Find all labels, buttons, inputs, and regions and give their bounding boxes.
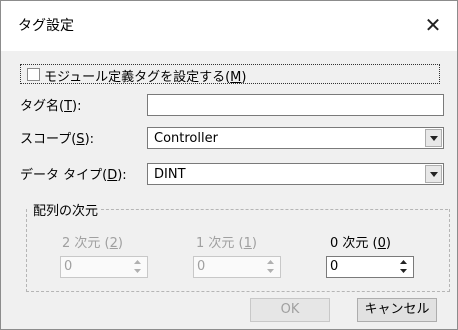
close-icon[interactable]: ✕ — [419, 11, 447, 39]
dialog-title: タグ設定 — [18, 18, 74, 34]
dim1-stepper[interactable]: 0 — [193, 256, 281, 278]
stepper-up-icon[interactable] — [263, 259, 278, 267]
checkbox-box[interactable] — [27, 68, 40, 81]
scope-value: Controller — [154, 131, 218, 146]
dim1-label: 1 次元 (1) — [196, 236, 257, 251]
stepper-down-icon[interactable] — [130, 268, 145, 276]
dim0-stepper[interactable]: 0 — [326, 256, 414, 278]
stepper-down-icon[interactable] — [396, 268, 411, 276]
ok-button[interactable]: OK — [250, 298, 330, 322]
tag-name-input[interactable] — [147, 94, 444, 116]
dim2-stepper[interactable]: 0 — [60, 256, 148, 278]
chevron-down-icon[interactable] — [425, 165, 442, 183]
stepper-up-icon[interactable] — [396, 259, 411, 267]
stepper-down-icon[interactable] — [263, 268, 278, 276]
scope-label: スコープ(S): — [20, 132, 95, 147]
scope-select[interactable]: Controller — [147, 127, 444, 149]
data-type-value: DINT — [154, 167, 186, 182]
group-top-border — [86, 209, 448, 210]
module-definition-label: モジュール定義タグを設定する(M) — [44, 70, 247, 85]
title-bar: タグ設定 ✕ — [1, 1, 457, 51]
dim2-label: 2 次元 (2) — [62, 236, 123, 251]
cancel-button[interactable]: キャンセル — [357, 298, 437, 322]
tag-name-label: タグ名(T): — [20, 99, 82, 114]
module-definition-checkbox[interactable]: モジュール定義タグを設定する(M) — [20, 64, 440, 85]
data-type-label: データ タイプ(D): — [20, 168, 127, 183]
chevron-down-icon[interactable] — [425, 129, 442, 147]
data-type-select[interactable]: DINT — [147, 163, 444, 185]
stepper-up-icon[interactable] — [130, 259, 145, 267]
dim0-label: 0 次元 (0) — [330, 236, 391, 251]
array-dimensions-title: 配列の次元 — [30, 200, 102, 219]
